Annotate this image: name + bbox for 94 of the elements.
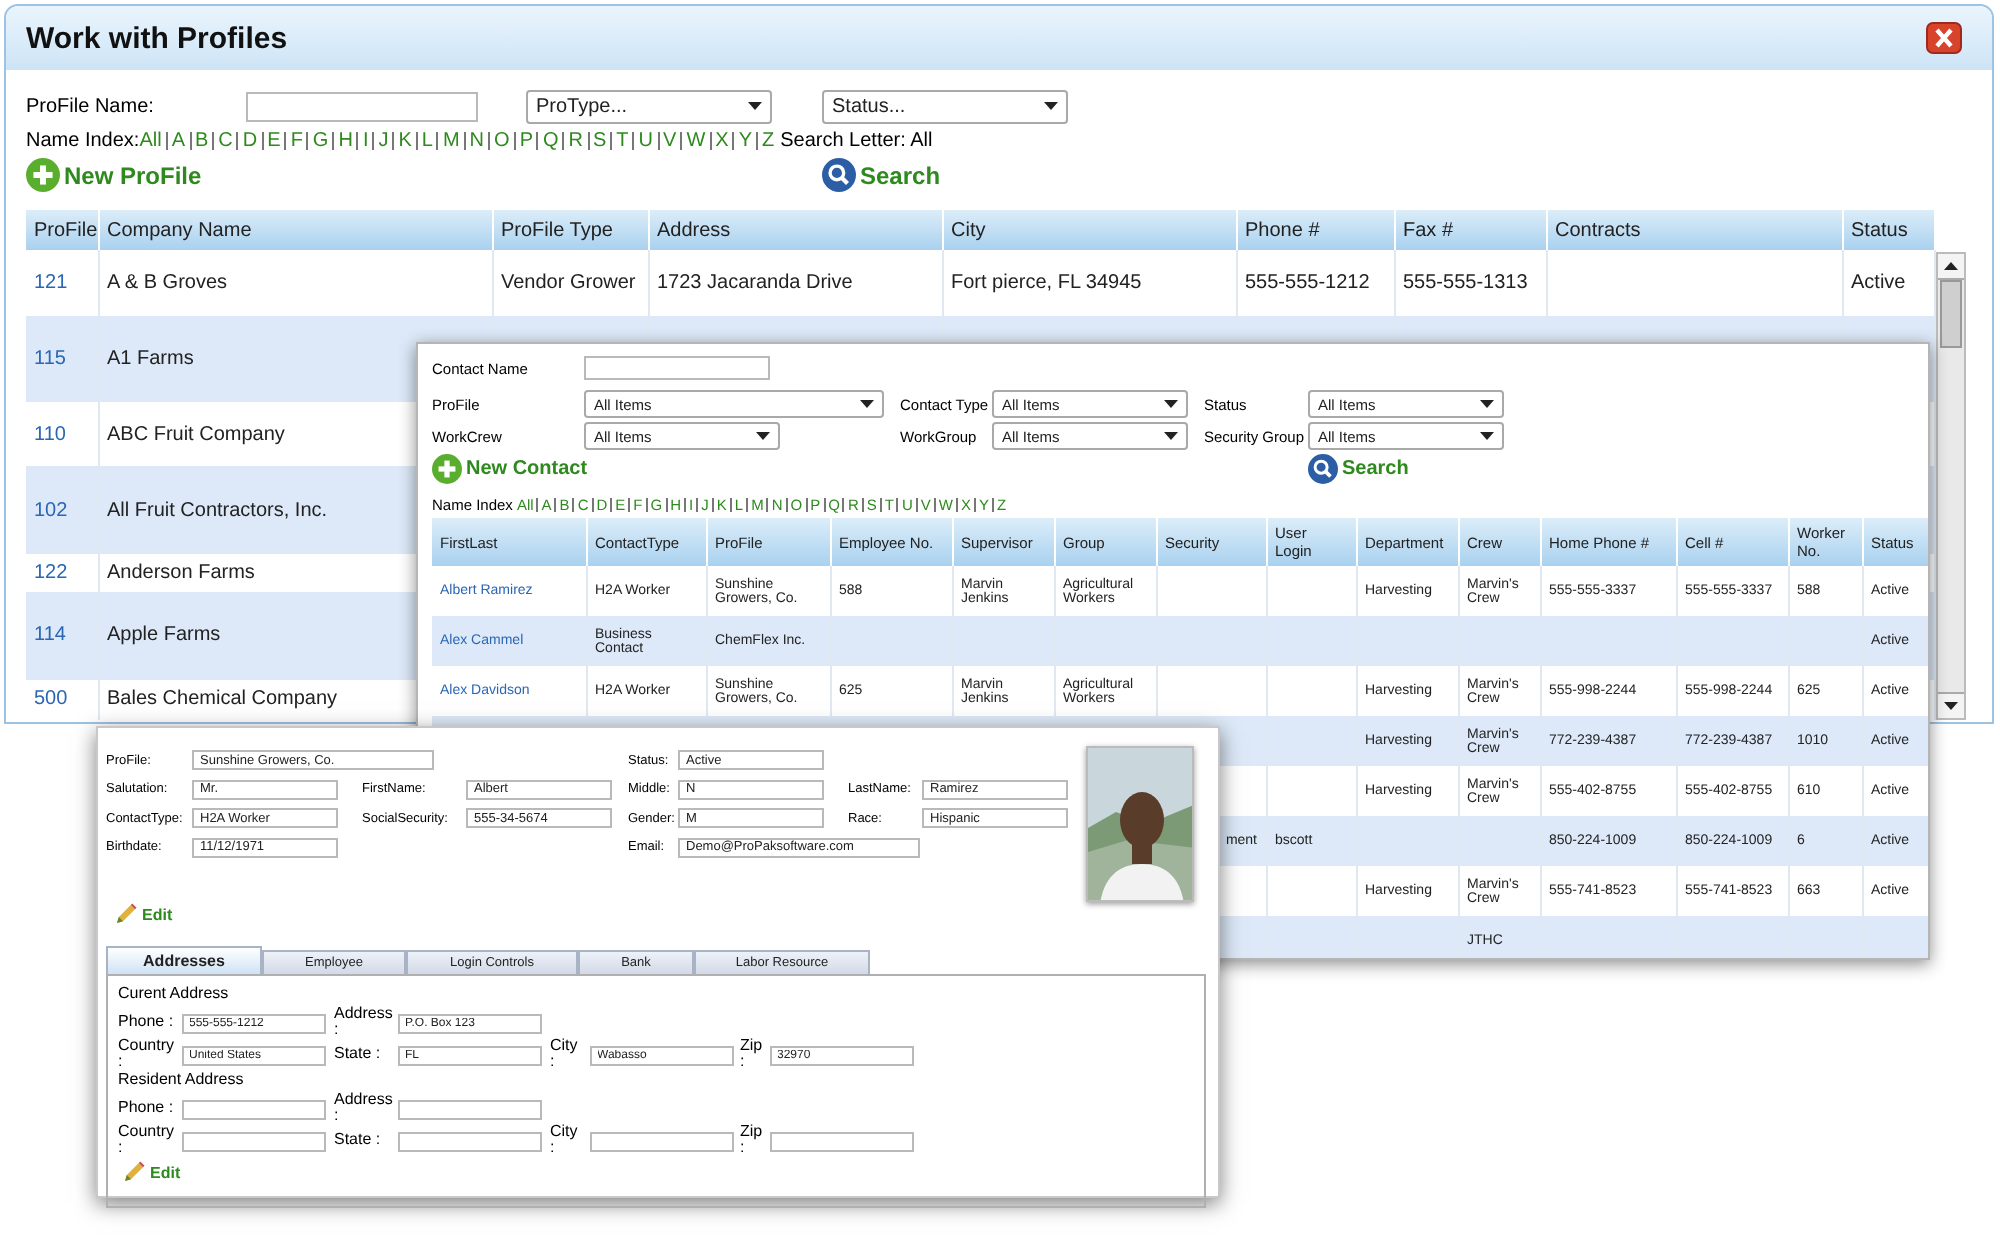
column-header[interactable]: ProFile — [26, 210, 98, 251]
edit-button[interactable]: Edit — [114, 902, 173, 926]
caret-icon — [1164, 432, 1178, 440]
field-label: City : — [550, 1124, 580, 1156]
caret-icon — [756, 432, 770, 440]
field-label: Country : — [118, 1124, 177, 1156]
search-icon — [822, 158, 856, 192]
caret-icon — [1480, 432, 1494, 440]
letter-link[interactable]: T — [616, 130, 629, 152]
letter-link[interactable]: F — [290, 130, 303, 152]
letter-link[interactable]: Q — [542, 130, 559, 152]
scrollbar[interactable] — [1935, 252, 1965, 720]
letter-link[interactable]: W — [686, 130, 706, 152]
letter-link[interactable]: O — [494, 130, 510, 152]
profile-link[interactable]: 500 — [34, 688, 68, 711]
text-field[interactable] — [181, 1131, 325, 1151]
letter-link[interactable]: X — [715, 130, 729, 152]
field-label: State : — [334, 1132, 383, 1148]
caret-icon — [748, 102, 762, 110]
letter-link[interactable]: N — [469, 130, 485, 152]
letter-link[interactable]: K — [398, 130, 412, 152]
search-icon — [1308, 454, 1338, 484]
text-field[interactable] — [181, 1099, 325, 1119]
letter-link[interactable]: B — [195, 130, 209, 152]
letter-link[interactable]: C — [218, 130, 233, 152]
letter-link[interactable]: Y — [738, 130, 752, 152]
text-field[interactable] — [246, 91, 478, 121]
search-button[interactable]: Search — [1308, 454, 1409, 484]
scroll-down-icon[interactable] — [1943, 702, 1957, 710]
letter-link[interactable]: U — [638, 130, 654, 152]
letter-link[interactable]: J — [378, 130, 389, 152]
letter-link[interactable]: P — [519, 130, 533, 152]
tab[interactable]: Addresses — [106, 946, 262, 974]
pencil-icon — [114, 902, 138, 926]
profile-link[interactable]: 114 — [34, 624, 66, 647]
index-label: Name Index: — [26, 130, 140, 152]
section-heading: Resident Address — [118, 1070, 246, 1092]
field-label: Address : — [334, 1092, 394, 1124]
letter-link[interactable]: A — [171, 130, 185, 152]
letter-link[interactable]: H — [338, 130, 353, 152]
section-heading: Curent Address — [118, 984, 231, 1006]
field-label: State : — [334, 1046, 383, 1062]
field-label: Phone : — [118, 1014, 176, 1030]
plus-icon — [432, 454, 462, 484]
profile-link[interactable]: 102 — [34, 499, 68, 522]
profile-link[interactable]: 115 — [34, 347, 66, 370]
column-header[interactable]: Status — [1842, 210, 1934, 251]
search-letter-label: Search Letter: All — [780, 130, 933, 152]
column-header[interactable]: Company Name — [98, 210, 492, 251]
letter-link[interactable]: L — [421, 130, 433, 152]
letter-link[interactable]: S — [593, 130, 607, 152]
letter-link[interactable]: R — [568, 130, 583, 152]
caret-icon — [1044, 102, 1058, 110]
letter-link[interactable]: M — [442, 130, 460, 152]
column-header[interactable]: Fax # — [1394, 210, 1546, 251]
text-field[interactable] — [397, 1131, 541, 1151]
plus-icon — [26, 158, 60, 192]
scrollbar-thumb[interactable] — [1939, 280, 1961, 348]
scroll-up-icon[interactable] — [1943, 262, 1957, 270]
dropdown[interactable]: Status... — [822, 89, 1068, 123]
column-header[interactable]: Address — [648, 210, 942, 251]
field-label: Country : — [118, 1038, 177, 1070]
profile-link[interactable]: 110 — [34, 423, 66, 446]
field-label: City : — [550, 1038, 580, 1070]
column-header[interactable]: City — [942, 210, 1236, 251]
field-label: Phone : — [118, 1100, 176, 1116]
edit-button[interactable]: Edit — [122, 1160, 181, 1184]
text-field[interactable] — [397, 1099, 541, 1119]
new-profile-button[interactable]: New ProFile — [26, 158, 202, 192]
close-button[interactable] — [1926, 22, 1962, 54]
profile-link[interactable]: 121 — [34, 271, 68, 294]
field-label: Address : — [334, 1006, 394, 1038]
letter-link[interactable]: V — [663, 130, 677, 152]
close-icon — [1926, 22, 1962, 54]
profile-link[interactable]: 122 — [34, 562, 68, 585]
letter-link[interactable]: G — [312, 130, 329, 152]
field-label: ProFile Name: — [26, 95, 156, 117]
column-header[interactable]: Contracts — [1546, 210, 1842, 251]
letter-link[interactable]: E — [267, 130, 281, 152]
field-label: Zip : — [740, 1124, 765, 1156]
pencil-icon — [122, 1160, 146, 1184]
search-button[interactable]: Search — [822, 158, 941, 192]
letter-link[interactable]: All — [139, 130, 162, 152]
window-title: Work with Profiles — [26, 21, 288, 55]
letter-link[interactable]: D — [242, 130, 258, 152]
letter-link[interactable]: I — [362, 130, 369, 152]
field-label: Zip : — [740, 1038, 765, 1070]
text-field[interactable] — [584, 356, 770, 380]
dropdown[interactable]: ProType... — [526, 89, 772, 123]
text-field[interactable] — [589, 1131, 733, 1151]
letter-link[interactable]: Z — [761, 130, 775, 152]
column-header[interactable]: Phone # — [1236, 210, 1394, 251]
text-field[interactable] — [769, 1131, 913, 1151]
column-header[interactable]: ProFile Type — [492, 210, 648, 251]
